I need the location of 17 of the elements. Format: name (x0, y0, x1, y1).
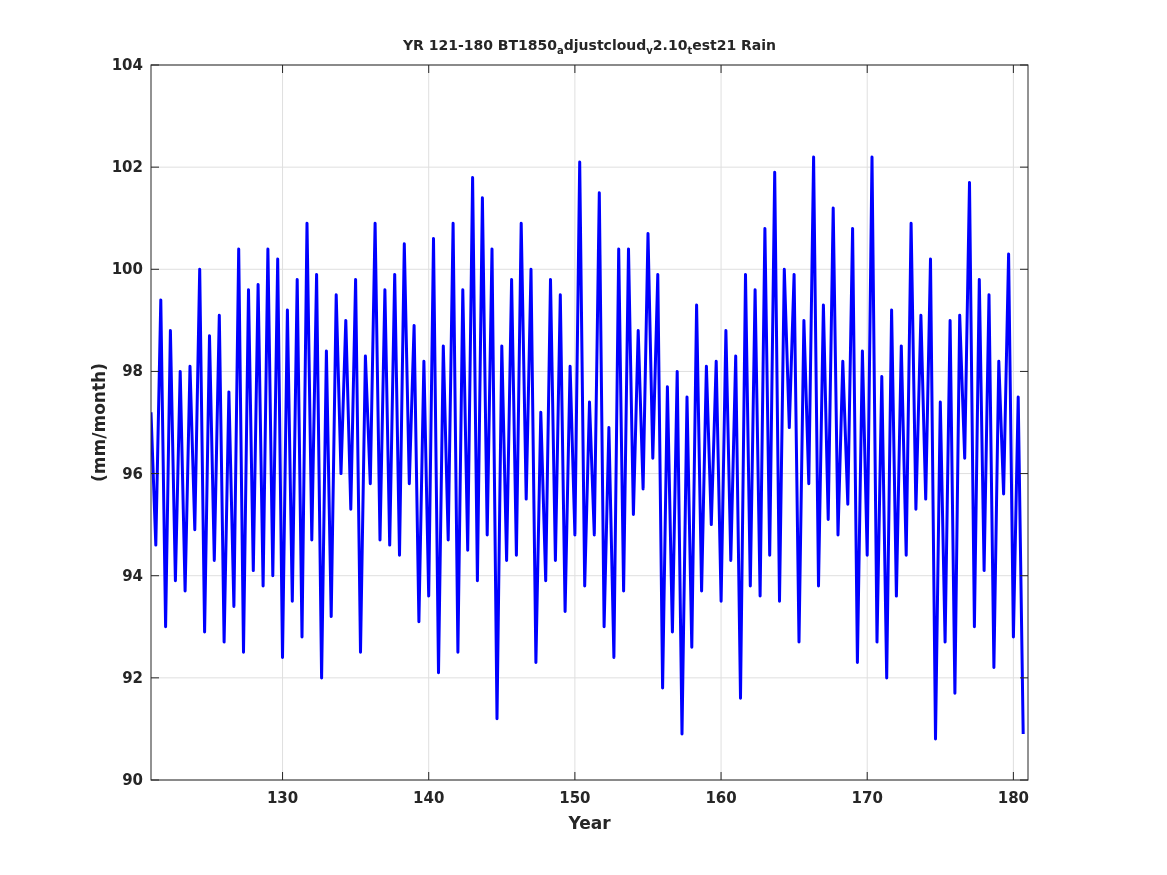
x-tick-label: 160 (705, 789, 737, 807)
x-tick-label: 130 (266, 789, 299, 807)
y-tick-label: 102 (111, 158, 143, 177)
y-tick-label: 92 (122, 668, 143, 687)
x-tick-label: 140 (413, 789, 445, 807)
y-tick-label: 90 (122, 771, 143, 789)
x-tick-label: 180 (997, 789, 1030, 807)
y-tick-label: 96 (122, 464, 143, 483)
y-axis-title: (mm/month) (89, 363, 109, 482)
y-tick-label: 98 (122, 362, 143, 381)
chart-title: YR 121-180 BT1850$_{a}$djustcloud$_{v}$2.10$_{t}$est21 Rain (401, 36, 778, 57)
y-tick-label: 94 (122, 566, 143, 585)
y-tick-label: 100 (111, 260, 143, 279)
x-tick-label: 170 (851, 789, 883, 807)
x-axis-title: Year (568, 813, 611, 833)
y-tick-label: 104 (111, 57, 143, 74)
x-tick-label: 150 (559, 789, 591, 807)
